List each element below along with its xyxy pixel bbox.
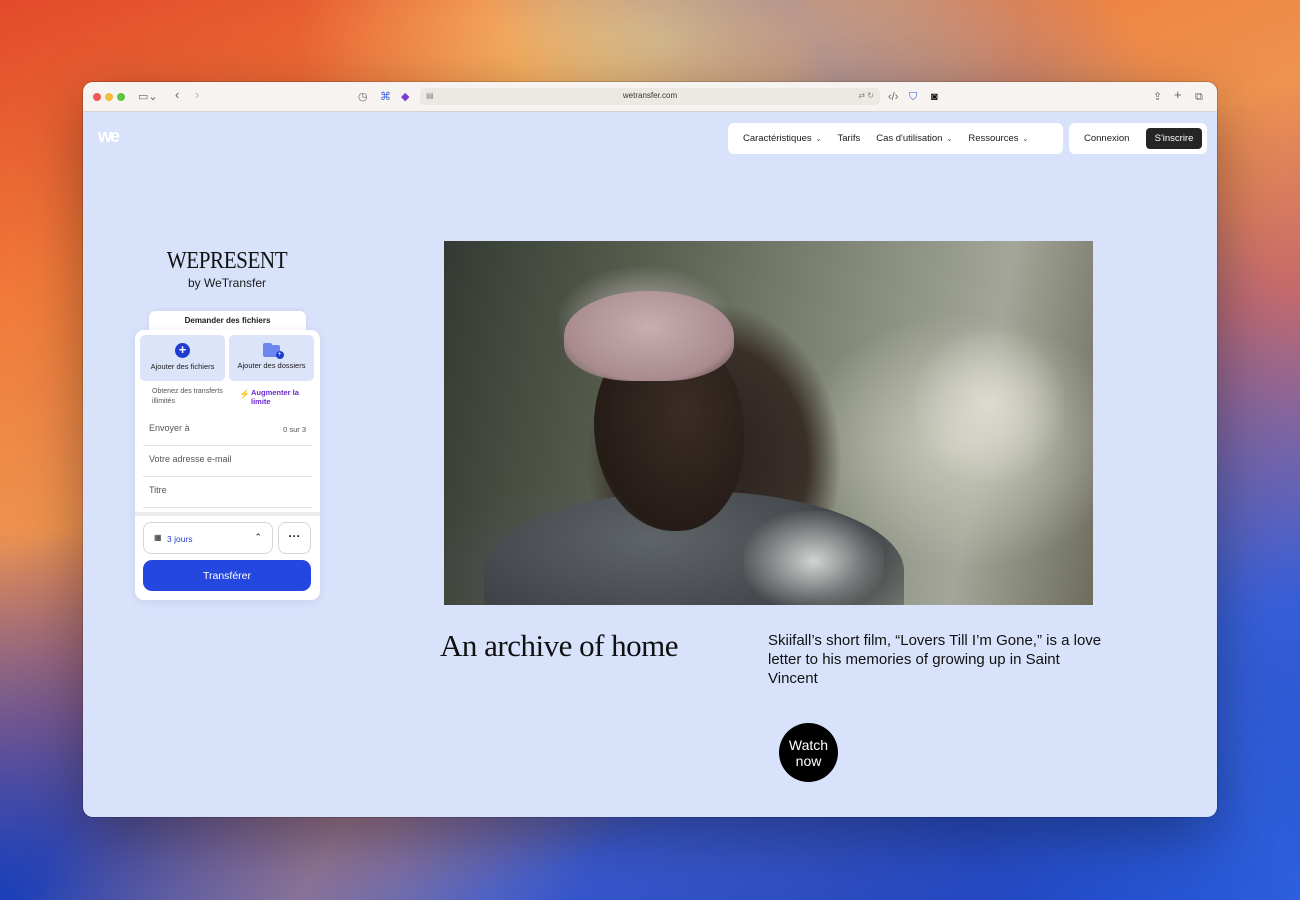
forward-icon[interactable]: › xyxy=(195,87,199,103)
recipient-count: 0 sur 3 xyxy=(283,425,306,434)
command-extension-icon[interactable]: ⌘ xyxy=(380,89,391,105)
tab-overview-icon[interactable]: ⧉ xyxy=(1195,89,1203,105)
browser-toolbar: ▭⌄ ‹ › ◷ ⌘ ◆ ▤ wetransfer.com ⇄ ↻ ‹/› ⛉ … xyxy=(83,82,1217,112)
sidebar-toggle-icon[interactable]: ▭⌄ xyxy=(138,89,158,105)
share-icon[interactable]: ⇪ xyxy=(1153,89,1162,105)
nav-item-cas-utilisation[interactable]: Cas d'utilisation ⌄ xyxy=(876,133,952,144)
translate-reload-icon[interactable]: ⇄ ↻ xyxy=(858,91,874,100)
shield-icon[interactable]: ⛉ xyxy=(909,89,917,105)
email-field-row xyxy=(143,446,312,477)
auth-navigation: Connexion S'inscrire xyxy=(1069,123,1207,154)
add-files-label: Ajouter des fichiers xyxy=(150,362,215,371)
add-folders-label: Ajouter des dossiers xyxy=(237,361,306,370)
calendar-icon: ▦ xyxy=(154,533,162,542)
nav-item-ressources[interactable]: Ressources ⌄ xyxy=(968,133,1028,144)
upgrade-limit-link[interactable]: ⚡ Augmenter la limite xyxy=(239,388,311,406)
upgrade-limit-label: Augmenter la limite xyxy=(251,388,299,406)
main-navigation: Caractéristiques ⌄ Tarifs Cas d'utilisati… xyxy=(728,123,1063,154)
hero-description: Skiifall’s short film, “Lovers Till I’m … xyxy=(768,632,1102,687)
add-files-button[interactable]: + Ajouter des fichiers xyxy=(140,335,225,381)
close-window-button[interactable] xyxy=(93,93,101,101)
expiry-select[interactable]: ▦ 3 jours ⌃ xyxy=(143,522,273,554)
hero-image-detail xyxy=(744,511,884,605)
wepresent-title: WEPRESENT xyxy=(166,248,288,274)
url-text: wetransfer.com xyxy=(622,91,678,100)
minimize-window-button[interactable] xyxy=(105,93,113,101)
address-bar[interactable]: ▤ wetransfer.com ⇄ ↻ xyxy=(420,88,880,105)
wetransfer-page: we Caractéristiques ⌄ Tarifs Cas d'utilis… xyxy=(83,112,1217,817)
hero-headline: An archive of home xyxy=(440,628,679,663)
add-folders-button[interactable]: + Ajouter des dossiers xyxy=(229,335,314,381)
wepresent-subtitle: by WeTransfer xyxy=(187,276,267,290)
chevron-down-icon: ⌄ xyxy=(946,136,953,143)
promo-text: Obtenez des transferts illimités xyxy=(152,388,223,405)
transfer-button[interactable]: Transférer xyxy=(143,560,311,591)
chevron-up-icon: ⌃ xyxy=(254,532,262,542)
more-dots-icon: ··· xyxy=(288,529,301,543)
nav-item-tarifs[interactable]: Tarifs xyxy=(838,133,861,144)
history-icon[interactable]: ◷ xyxy=(358,89,368,105)
more-options-button[interactable]: ··· xyxy=(278,522,311,554)
hero-image-detail xyxy=(564,291,734,381)
camera-extension-icon[interactable]: ◙ xyxy=(931,89,938,105)
expiry-value: 3 jours xyxy=(167,534,193,544)
transfer-widget: + Ajouter des fichiers + Ajouter des dos… xyxy=(135,330,320,600)
recipient-input[interactable] xyxy=(149,423,269,433)
new-tab-icon[interactable]: + xyxy=(1174,87,1182,103)
title-field-row xyxy=(143,477,312,508)
wetransfer-logo[interactable]: we xyxy=(98,127,128,145)
hero-image-detail xyxy=(914,331,1064,481)
watch-now-button[interactable]: Watch now xyxy=(779,723,838,782)
login-link[interactable]: Connexion xyxy=(1084,133,1129,144)
signup-button[interactable]: S'inscrire xyxy=(1146,128,1202,149)
chevron-down-icon: ⌄ xyxy=(815,136,822,143)
folder-plus-icon: + xyxy=(262,343,284,359)
recipient-field-row: 0 sur 3 xyxy=(143,415,312,446)
plus-icon: + xyxy=(175,343,190,358)
browser-window: ▭⌄ ‹ › ◷ ⌘ ◆ ▤ wetransfer.com ⇄ ↻ ‹/› ⛉ … xyxy=(83,82,1217,817)
zoom-window-button[interactable] xyxy=(117,93,125,101)
title-input[interactable] xyxy=(149,485,269,495)
widget-divider xyxy=(135,512,320,516)
lightning-icon: ⚡ xyxy=(239,389,251,399)
wepresent-brand[interactable]: WEPRESENT by WeTransfer xyxy=(153,248,301,290)
email-input[interactable] xyxy=(149,454,269,464)
chevron-down-icon: ⌄ xyxy=(1022,136,1029,143)
cube-extension-icon[interactable]: ◆ xyxy=(401,89,409,105)
hero-video[interactable] xyxy=(444,241,1093,605)
code-icon[interactable]: ‹/› xyxy=(888,89,898,105)
back-icon[interactable]: ‹ xyxy=(175,87,179,103)
nav-item-caracteristiques[interactable]: Caractéristiques ⌄ xyxy=(743,133,822,144)
